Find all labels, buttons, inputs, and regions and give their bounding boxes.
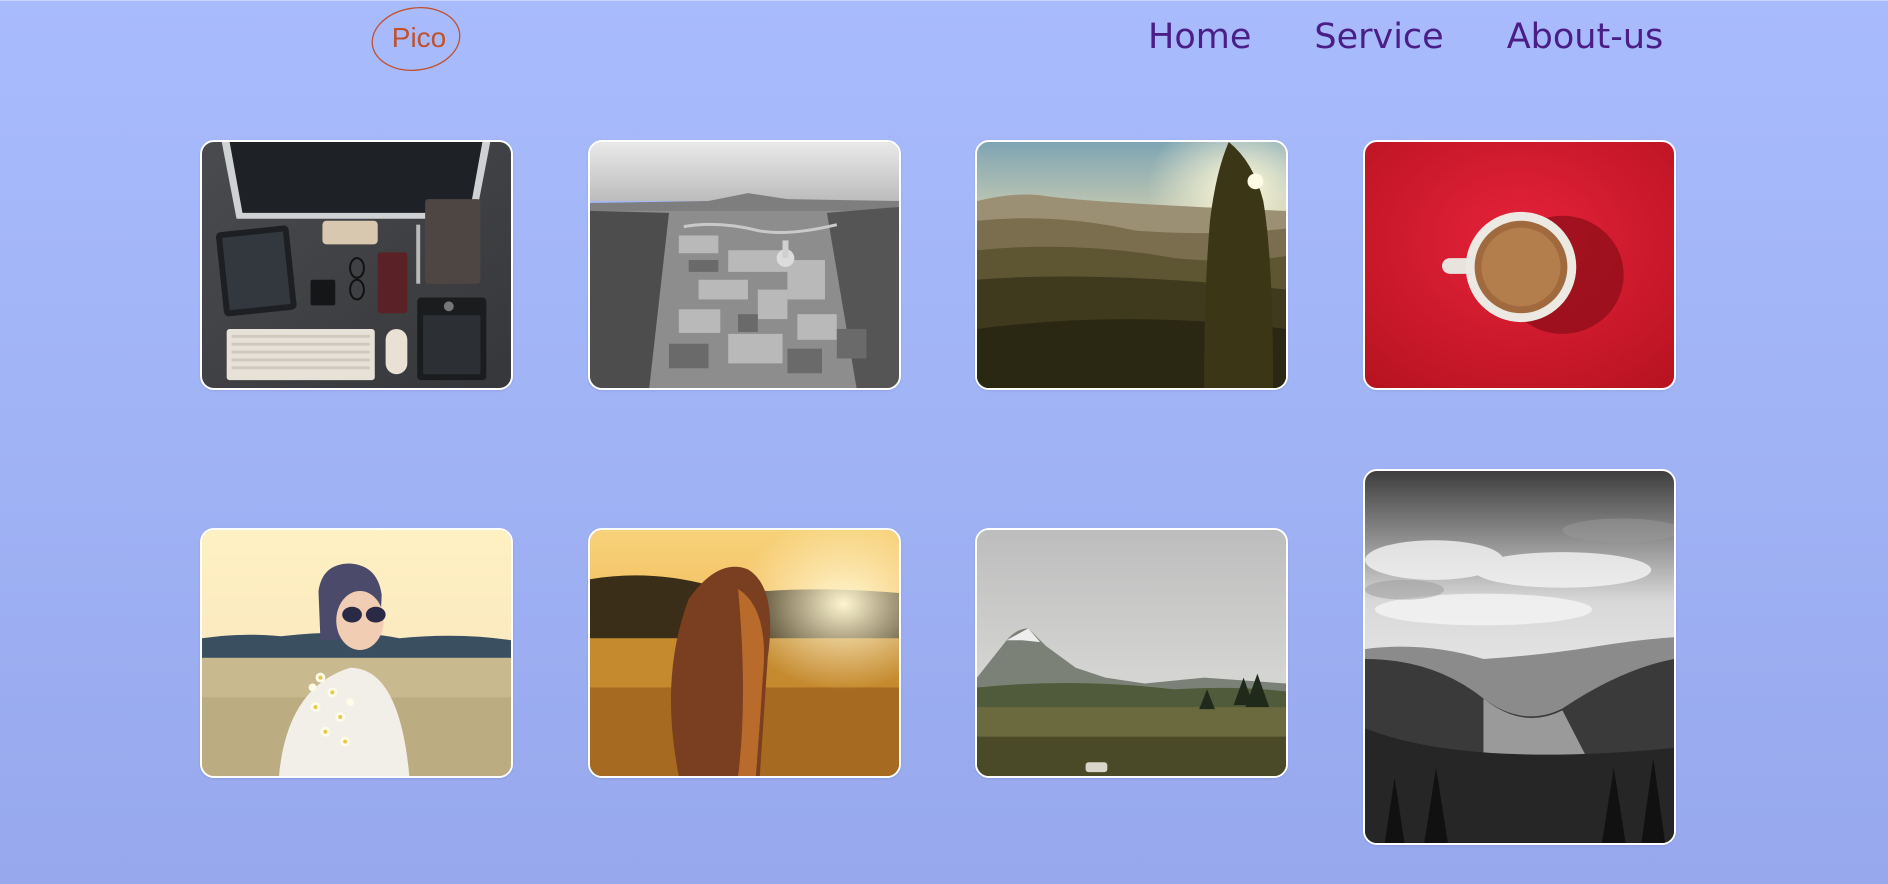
forest-valley-image [1365,471,1674,843]
photo-sunset-hills[interactable] [975,140,1288,390]
logo-mark: Pico [371,7,461,71]
photo-coffee-cup[interactable] [1363,140,1676,390]
main-nav: Home Service About-us [1148,15,1663,59]
sunset-hills-image [977,142,1286,388]
nav-about-us-link[interactable]: About-us [1507,15,1664,59]
desk-workspace-image [202,142,511,388]
photo-mountain-valley[interactable] [975,528,1288,778]
city-aerial-image [590,142,899,388]
nav-home-link[interactable]: Home [1148,15,1251,59]
mountain-valley-image [977,530,1286,776]
photo-city-aerial[interactable] [588,140,901,390]
logo[interactable]: Pico [371,7,463,71]
photo-forest-valley[interactable] [1363,469,1676,845]
photo-desk-workspace[interactable] [200,140,513,390]
nav-service-link[interactable]: Service [1314,15,1443,59]
coffee-cup-image [1365,142,1674,388]
photo-girl-golden-field[interactable] [588,528,901,778]
woman-field-image [202,530,511,776]
photo-woman-field[interactable] [200,528,513,778]
logo-text: Pico [392,22,446,53]
girl-golden-field-image [590,530,899,776]
